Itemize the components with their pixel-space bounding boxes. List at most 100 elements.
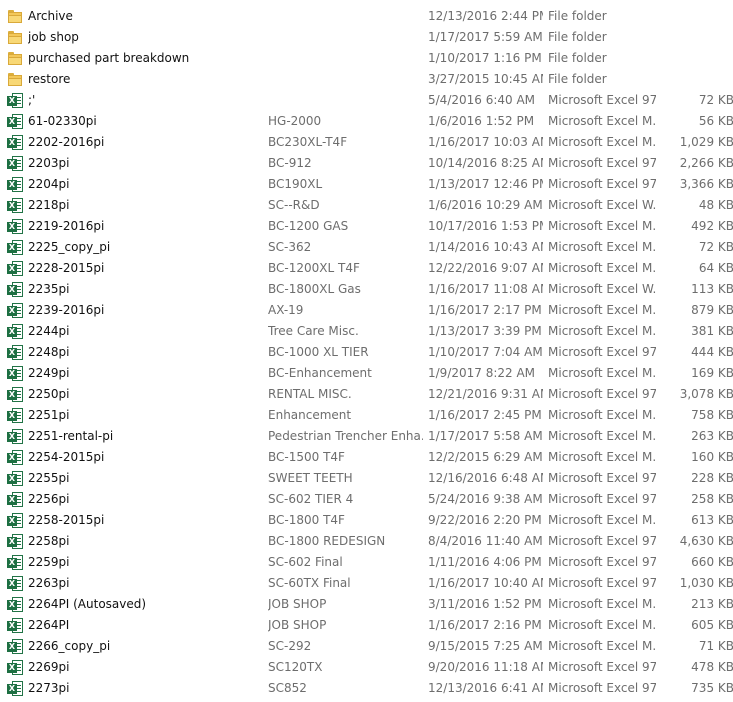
file-row[interactable]: X 2250pi RENTAL MISC. 12/21/2016 9:31 AM Mic… xyxy=(0,384,733,405)
file-row[interactable]: X 2244pi Tree Care Misc. 1/13/2017 3:39 PM M… xyxy=(0,321,733,342)
file-row[interactable]: X 2239-2016pi AX-19 1/16/2017 2:17 PM Micros… xyxy=(0,300,733,321)
excel-icon: X xyxy=(7,219,23,234)
file-row[interactable]: X 2251-rental-pi Pedestrian Trencher Enha.… xyxy=(0,426,733,447)
file-size: 613 KB xyxy=(691,513,733,527)
excel-icon: X xyxy=(7,114,23,129)
date-modified: 1/16/2017 2:45 PM xyxy=(428,408,542,422)
file-row[interactable]: X 2258-2015pi BC-1800 T4F 9/22/2016 2:20 PM… xyxy=(0,510,733,531)
file-size: 263 KB xyxy=(691,429,733,443)
file-title: AX-19 xyxy=(268,303,304,317)
file-row[interactable]: X 2258pi BC-1800 REDESIGN 8/4/2016 11:40 AM… xyxy=(0,531,733,552)
excel-icon: X xyxy=(7,303,23,318)
file-row[interactable]: X 2273pi SC852 12/13/2016 6:41 AM Microsoft … xyxy=(0,678,733,699)
date-modified: 1/16/2017 2:16 PM xyxy=(428,618,542,632)
file-title: BC-1200 GAS xyxy=(268,219,349,233)
excel-icon: X xyxy=(7,408,23,423)
file-row[interactable]: restore 3/27/2015 10:45 AM File folder xyxy=(0,69,733,90)
date-modified: 1/14/2016 10:43 AM xyxy=(428,240,543,254)
file-row[interactable]: X 2249pi BC-Enhancement 1/9/2017 8:22 AM Mic… xyxy=(0,363,733,384)
file-size: 660 KB xyxy=(691,555,733,569)
file-row[interactable]: X 2248pi BC-1000 XL TIER 1/10/2017 7:04 AM M… xyxy=(0,342,733,363)
file-row[interactable]: X 2255pi SWEET TEETH 12/16/2016 6:48 AM Micr… xyxy=(0,468,733,489)
file-title: BC-Enhancement xyxy=(268,366,372,380)
file-type: Microsoft Excel M... xyxy=(548,303,656,317)
date-modified: 1/10/2017 7:04 AM xyxy=(428,345,543,359)
file-row[interactable]: X 2263pi SC-60TX Final 1/16/2017 10:40 AM Mi… xyxy=(0,573,733,594)
file-type: Microsoft Excel M... xyxy=(548,429,656,443)
date-modified: 12/21/2016 9:31 AM xyxy=(428,387,543,401)
date-modified: 1/13/2017 3:39 PM xyxy=(428,324,542,338)
file-type: Microsoft Excel M... xyxy=(548,219,656,233)
file-size: 4,630 KB xyxy=(679,534,733,548)
file-row[interactable]: X 2204pi BC190XL 1/13/2017 12:46 PM Microsof… xyxy=(0,174,733,195)
file-name: 2225_copy_pi xyxy=(28,240,111,254)
file-row[interactable]: X 2259pi SC-602 Final 1/11/2016 4:06 PM Micr… xyxy=(0,552,733,573)
file-row[interactable]: X 2235pi BC-1800XL Gas 1/16/2017 11:08 AM Mi… xyxy=(0,279,733,300)
excel-icon: X xyxy=(7,261,23,276)
file-row[interactable]: Archive 12/13/2016 2:44 PM File folder xyxy=(0,6,733,27)
file-title: JOB SHOP xyxy=(268,597,327,611)
file-row[interactable]: X 2254-2015pi BC-1500 T4F 12/2/2015 6:29 AM… xyxy=(0,447,733,468)
file-name: 2264PI xyxy=(28,618,70,632)
file-title: SC--R&D xyxy=(268,198,320,212)
file-row[interactable]: X 2269pi SC120TX 9/20/2016 11:18 AM Microsof… xyxy=(0,657,733,678)
file-row[interactable]: X 2202-2016pi BC230XL-T4F 1/16/2017 10:03 A… xyxy=(0,132,733,153)
file-title: Pedestrian Trencher Enha... xyxy=(268,429,423,443)
file-row[interactable]: X 61-02330pi HG-2000 1/6/2016 1:52 PM Micros… xyxy=(0,111,733,132)
file-row[interactable]: X 2256pi SC-602 TIER 4 5/24/2016 9:38 AM Mic… xyxy=(0,489,733,510)
file-type: Microsoft Excel 97... xyxy=(548,681,656,695)
file-row[interactable]: X ;' 5/4/2016 6:40 AM Microsoft Excel 97...… xyxy=(0,90,733,111)
file-name: 2218pi xyxy=(28,198,70,212)
file-row[interactable]: X 2228-2015pi BC-1200XL T4F 12/22/2016 9:07… xyxy=(0,258,733,279)
file-size: 492 KB xyxy=(691,219,733,233)
file-title: HG-2000 xyxy=(268,114,322,128)
excel-icon: X xyxy=(7,660,23,675)
file-type: Microsoft Excel M... xyxy=(548,261,656,275)
date-modified: 1/17/2017 5:58 AM xyxy=(428,429,543,443)
file-row[interactable]: X 2251pi Enhancement 1/16/2017 2:45 PM Micro… xyxy=(0,405,733,426)
file-type: Microsoft Excel M... xyxy=(548,135,656,149)
file-name: restore xyxy=(28,72,71,86)
file-row[interactable]: X 2218pi SC--R&D 1/6/2016 10:29 AM Microsoft… xyxy=(0,195,733,216)
excel-icon: X xyxy=(7,93,23,108)
file-row[interactable]: purchased part breakdown 1/10/2017 1:16 P… xyxy=(0,48,733,69)
date-modified: 9/20/2016 11:18 AM xyxy=(428,660,543,674)
date-modified: 1/16/2017 11:08 AM xyxy=(428,282,543,296)
file-type: Microsoft Excel M... xyxy=(548,366,656,380)
file-row[interactable]: X 2264PI (Autosaved) JOB SHOP 3/11/2016 1:5… xyxy=(0,594,733,615)
file-type: Microsoft Excel M... xyxy=(548,114,656,128)
file-row[interactable]: X 2266_copy_pi SC-292 9/15/2015 7:25 AM Micr… xyxy=(0,636,733,657)
excel-icon: X xyxy=(7,177,23,192)
excel-icon: X xyxy=(7,156,23,171)
file-name: job shop xyxy=(28,30,79,44)
file-title: SC120TX xyxy=(268,660,323,674)
date-modified: 12/2/2015 6:29 AM xyxy=(428,450,543,464)
file-size: 71 KB xyxy=(698,639,733,653)
file-name: 2250pi xyxy=(28,387,70,401)
date-modified: 3/11/2016 1:52 PM xyxy=(428,597,542,611)
file-name: 2256pi xyxy=(28,492,70,506)
file-title: BC-1500 T4F xyxy=(268,450,345,464)
file-row[interactable]: X 2225_copy_pi SC-362 1/14/2016 10:43 AM Mic… xyxy=(0,237,733,258)
excel-icon: X xyxy=(7,324,23,339)
excel-icon: X xyxy=(7,597,23,612)
date-modified: 1/16/2017 2:17 PM xyxy=(428,303,542,317)
file-name: 2219-2016pi xyxy=(28,219,105,233)
file-row[interactable]: X 2219-2016pi BC-1200 GAS 10/17/2016 1:53 P… xyxy=(0,216,733,237)
file-name: 2263pi xyxy=(28,576,70,590)
file-size: 72 KB xyxy=(698,240,733,254)
file-title: SC852 xyxy=(268,681,307,695)
date-modified: 10/17/2016 1:53 PM xyxy=(428,219,543,233)
file-size: 228 KB xyxy=(691,471,733,485)
date-modified: 1/6/2016 10:29 AM xyxy=(428,198,543,212)
file-name: 2259pi xyxy=(28,555,70,569)
file-row[interactable]: job shop 1/17/2017 5:59 AM File folder xyxy=(0,27,733,48)
file-title: SC-362 xyxy=(268,240,312,254)
file-title: BC-1000 XL TIER xyxy=(268,345,369,359)
file-name: 2251pi xyxy=(28,408,70,422)
file-row[interactable]: X 2203pi BC-912 10/14/2016 8:25 AM Microsoft… xyxy=(0,153,733,174)
file-name: 2258-2015pi xyxy=(28,513,105,527)
file-row[interactable]: X 2264PI JOB SHOP 1/16/2017 2:16 PM Microsof… xyxy=(0,615,733,636)
file-type: Microsoft Excel M... xyxy=(548,408,656,422)
file-title: SWEET TEETH xyxy=(268,471,353,485)
